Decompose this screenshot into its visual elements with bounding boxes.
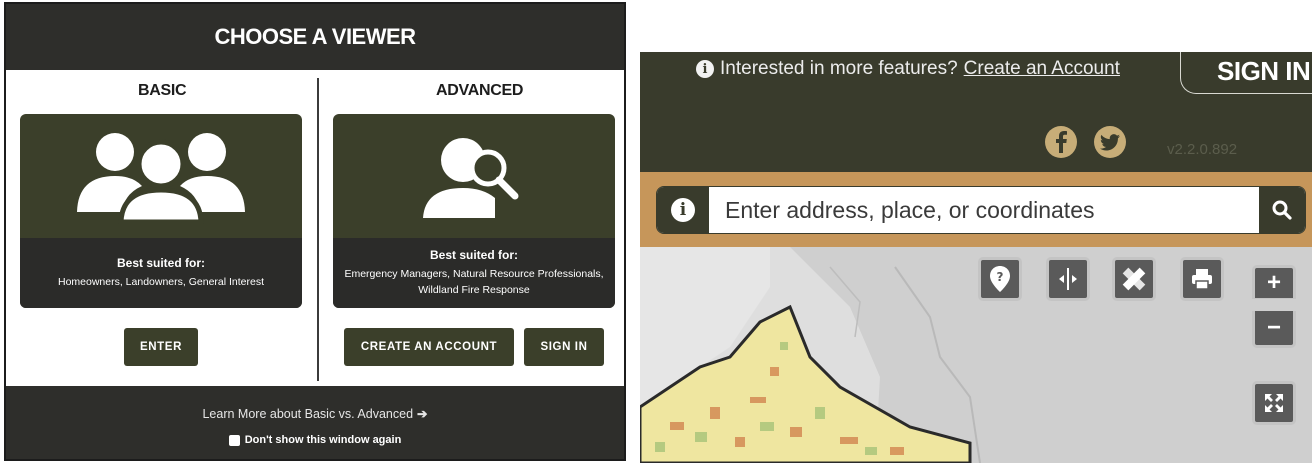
zoom-in-button[interactable]: + [1252,265,1296,299]
dont-show-label: Don't show this window again [244,434,402,446]
help-icon: ? [990,266,1010,292]
version-label: v2.2.0.892 [1167,141,1238,158]
sign-in-label: SIGN IN [1217,56,1311,86]
search-icon [1272,200,1292,220]
advanced-title: ADVANCED [436,82,524,99]
help-tool[interactable]: ? [978,257,1022,301]
info-icon: i [696,60,714,78]
fullscreen-button[interactable] [1252,381,1296,425]
choose-viewer-dialog: CHOOSE A VIEWER BASIC ADVANCED Best suit… [4,2,626,461]
fullscreen-icon [1265,394,1283,412]
advanced-suited: Best suited for: Emergency Managers, Nat… [333,238,615,308]
learn-more-link[interactable]: Learn More about Basic vs. Advanced ➔ [6,406,624,421]
print-tool[interactable] [1180,257,1224,301]
notice-text: Interested in more features? [720,58,958,79]
print-icon [1192,269,1212,289]
enter-button[interactable]: ENTER [124,328,198,366]
zoom-in-icon: + [1266,269,1281,296]
basic-suited-label: Best suited for: [116,256,205,270]
basic-suited: Best suited for: Homeowners, Landowners,… [20,238,302,308]
user-search-icon [333,114,615,238]
advanced-card[interactable]: Best suited for: Emergency Managers, Nat… [333,114,615,308]
dialog-title: CHOOSE A VIEWER [6,4,624,70]
svg-text:?: ? [997,270,1004,284]
sign-in-tab[interactable]: SIGN IN [1180,52,1312,94]
advanced-suited-line1: Emergency Managers, Natural Resource Pro… [344,268,604,280]
facebook-icon[interactable] [1045,126,1077,158]
account-notice: i Interested in more features? Create an… [696,58,1120,80]
search-button[interactable] [1259,187,1305,233]
twitter-icon[interactable] [1094,126,1126,158]
search-box: i Enter address, place, or coordinates [656,186,1306,234]
measure-icon [1122,267,1146,291]
users-group-icon [20,114,302,238]
swipe-tool[interactable] [1046,257,1090,301]
create-account-link[interactable]: Create an Account [964,58,1120,80]
advanced-suited-label: Best suited for: [429,248,518,262]
create-account-button[interactable]: CREATE AN ACCOUNT [344,328,514,366]
search-bar: i Enter address, place, or coordinates [640,172,1312,247]
zoom-out-icon: − [1266,314,1281,341]
info-icon: i [671,198,695,222]
basic-suited-value: Homeowners, Landowners, General Interest [57,276,265,288]
swipe-compare-icon [1059,268,1077,290]
map-canvas[interactable]: ? + − [640,247,1312,463]
advanced-suited-line2: Wildland Fire Response [418,284,530,296]
basic-title: BASIC [138,82,187,99]
sign-in-button[interactable]: SIGN IN [524,328,604,366]
column-divider [317,78,319,381]
dialog-footer: Learn More about Basic vs. Advanced ➔ Don… [6,386,624,459]
dont-show-checkbox[interactable] [228,434,240,446]
search-input[interactable]: Enter address, place, or coordinates [725,197,1094,224]
dont-show-option[interactable]: Don't show this window again [6,434,624,446]
arrow-right-icon: ➔ [417,407,428,421]
measure-tool[interactable] [1112,257,1156,301]
map-viewer: i Interested in more features? Create an… [640,52,1312,463]
zoom-out-button[interactable]: − [1252,311,1296,348]
search-info-button[interactable]: i [657,187,709,233]
basic-card[interactable]: Best suited for: Homeowners, Landowners,… [20,114,302,308]
learn-more-text: Learn More about Basic vs. Advanced [202,407,414,421]
